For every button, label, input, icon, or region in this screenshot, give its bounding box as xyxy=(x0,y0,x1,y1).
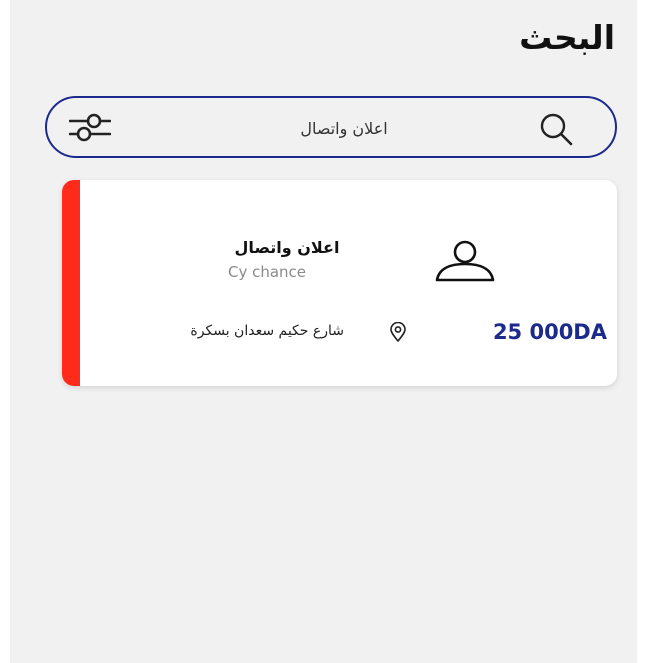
search-bar[interactable] xyxy=(45,96,617,158)
result-card[interactable]: اعلان واتصال Cy chance شارع حكيم سعدان ب… xyxy=(62,180,617,386)
card-accent-stripe xyxy=(62,180,80,386)
filter-sliders-icon[interactable] xyxy=(69,112,111,142)
user-avatar-icon xyxy=(435,240,495,282)
result-address: شارع حكيم سعدان بسكرة xyxy=(190,323,344,339)
search-icon[interactable] xyxy=(539,112,573,146)
search-input[interactable] xyxy=(177,110,511,146)
result-company: Cy chance xyxy=(227,263,307,281)
result-price: 25 000DA xyxy=(492,320,607,344)
search-screen: البحث اعلان واتصال Cy chance شارع حكيم س… xyxy=(10,0,637,663)
location-pin-icon xyxy=(390,322,406,342)
page-title: البحث xyxy=(519,18,615,57)
result-name: اعلان واتصال xyxy=(234,238,340,257)
